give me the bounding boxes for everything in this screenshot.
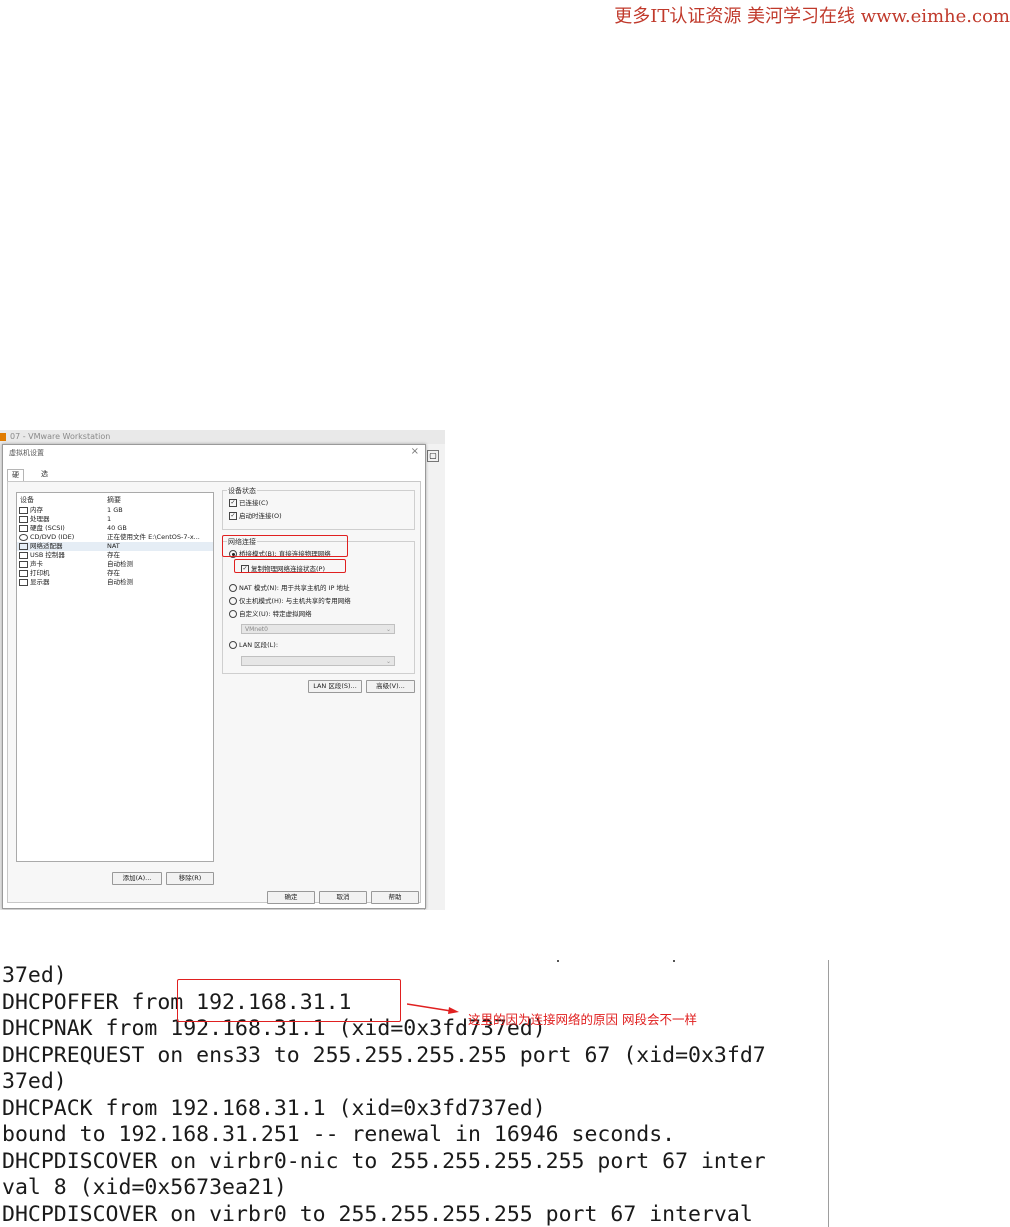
terminal-line: DHCPDISCOVER on virbr0 to 255.255.255.25… (2, 1202, 753, 1227)
cancel-button[interactable]: 取消 (319, 891, 367, 904)
lan-segment-label: LAN 区段(L): (239, 641, 279, 649)
device-summary: 存在 (107, 569, 120, 577)
device-row-memory[interactable]: 内存 1 GB (17, 506, 213, 515)
device-status-label: 设备状态 (227, 486, 257, 496)
advanced-button[interactable]: 高级(V)... (366, 680, 415, 693)
remove-button[interactable]: 移除(R) (166, 872, 214, 885)
terminal-line: 37ed) (2, 1069, 67, 1094)
tab-hardware[interactable]: 硬件 (7, 469, 24, 490)
hardware-tab-panel: 设备 摘要 内存 1 GB 处理器 1 硬盘 (SCSI) 40 GB CD/D… (7, 481, 421, 903)
radio-unselected-icon (229, 641, 237, 649)
device-summary: 1 (107, 515, 112, 523)
vmware-background-window: ▢ (424, 444, 445, 910)
highlight-box-dhcp-offer (177, 979, 401, 1022)
lan-segment-select[interactable]: ⌄ (241, 656, 395, 666)
annotation-text: 这里的因为连接网络的原因 网段会不一样 (468, 1012, 697, 1027)
summary-column-header: 摘要 (107, 496, 121, 504)
host-only-radio[interactable]: 仅主机模式(H): 与主机共享的专用网络 (229, 597, 351, 606)
device-row-sound-card[interactable]: 声卡 自动检测 (17, 560, 213, 569)
device-row-printer[interactable]: 打印机 存在 (17, 569, 213, 578)
device-row-hard-disk[interactable]: 硬盘 (SCSI) 40 GB (17, 524, 213, 533)
chevron-down-icon: ⌄ (385, 626, 391, 633)
device-name: USB 控制器 (30, 551, 65, 559)
device-row-display[interactable]: 显示器 自动检测 (17, 578, 213, 587)
memory-icon (19, 506, 28, 514)
add-button[interactable]: 添加(A)... (112, 872, 162, 885)
device-name: CD/DVD (IDE) (30, 533, 75, 541)
device-name: 硬盘 (SCSI) (30, 524, 65, 532)
nat-label: NAT 模式(N): 用于共享主机的 IP 地址 (239, 584, 350, 592)
hard-disk-icon (19, 524, 28, 532)
dialog-title: 虚拟机设置 (9, 449, 44, 457)
watermark-text: 更多IT认证资源 美河学习在线 www.eimhe.com (614, 6, 1010, 27)
device-row-usb[interactable]: USB 控制器 存在 (17, 551, 213, 560)
device-summary: 40 GB (107, 524, 127, 532)
device-row-processor[interactable]: 处理器 1 (17, 515, 213, 524)
custom-network-select[interactable]: VMnet0 ⌄ (241, 624, 395, 634)
tab-options[interactable]: 选项 (37, 469, 52, 489)
radio-unselected-icon (229, 597, 237, 605)
connected-checkbox[interactable]: ✓ 已连接(C) (229, 499, 268, 508)
red-arrow-icon (407, 1003, 459, 1014)
device-column-header: 设备 (20, 496, 34, 504)
lan-segments-button[interactable]: LAN 区段(S)... (308, 680, 362, 693)
terminal-line: 37ed) (2, 963, 67, 988)
device-summary: NAT (107, 542, 120, 550)
usb-icon (19, 551, 28, 559)
close-icon[interactable]: × (411, 446, 419, 457)
radio-unselected-icon (229, 610, 237, 618)
device-name: 处理器 (30, 515, 50, 523)
custom-radio[interactable]: 自定义(U): 特定虚拟网络 (229, 610, 312, 619)
device-summary: 自动检测 (107, 578, 133, 586)
lan-segment-radio[interactable]: LAN 区段(L): (229, 641, 278, 650)
radio-unselected-icon (229, 584, 237, 592)
nat-radio[interactable]: NAT 模式(N): 用于共享主机的 IP 地址 (229, 584, 350, 593)
chevron-down-icon: ⌄ (385, 658, 391, 665)
host-only-label: 仅主机模式(H): 与主机共享的专用网络 (239, 597, 351, 605)
ok-button[interactable]: 确定 (267, 891, 315, 904)
connected-label: 已连接(C) (239, 499, 269, 507)
window-control-icon[interactable]: ▢ (427, 450, 439, 462)
custom-network-value: VMnet0 (245, 626, 268, 633)
device-name: 网络适配器 (30, 542, 63, 550)
display-icon (19, 578, 28, 586)
device-name: 内存 (30, 506, 43, 514)
device-summary: 正在使用文件 E:\CentOS-7-x... (107, 533, 200, 541)
device-row-network-adapter[interactable]: 网络适配器 NAT (17, 542, 213, 551)
terminal-line: val 8 (xid=0x5673ea21) (2, 1175, 287, 1200)
checkbox-checked-icon: ✓ (229, 499, 237, 507)
device-status-group: 设备状态 ✓ 已连接(C) ✓ 启动时连接(O) (222, 486, 415, 530)
terminal-line: DHCPREQUEST on ens33 to 255.255.255.255 … (2, 1043, 766, 1068)
device-summary: 1 GB (107, 506, 123, 514)
highlight-box-bridged (222, 535, 348, 557)
vmware-window-title: 07 - VMware Workstation (10, 432, 111, 441)
device-name: 显示器 (30, 578, 50, 586)
connect-at-power-on-label: 启动时连接(O) (239, 512, 282, 520)
terminal-line: DHCPACK from 192.168.31.1 (xid=0x3fd737e… (2, 1096, 546, 1121)
device-name: 声卡 (30, 560, 43, 568)
device-summary: 自动检测 (107, 560, 133, 568)
checkbox-checked-icon: ✓ (229, 512, 237, 520)
vmware-logo-icon (0, 433, 6, 441)
help-button[interactable]: 帮助 (371, 891, 419, 904)
network-adapter-icon (19, 542, 28, 550)
sound-card-icon (19, 560, 28, 568)
device-summary: 存在 (107, 551, 120, 559)
custom-label: 自定义(U): 特定虚拟网络 (239, 610, 312, 618)
vmware-screenshot: 07 - VMware Workstation ▢ 虚拟机设置 × 硬件 选项 … (0, 430, 445, 910)
highlight-box-replicate (234, 559, 346, 573)
printer-icon (19, 569, 28, 577)
terminal-line: DHCPDISCOVER on virbr0-nic to 255.255.25… (2, 1149, 766, 1174)
device-list: 设备 摘要 内存 1 GB 处理器 1 硬盘 (SCSI) 40 GB CD/D… (16, 492, 214, 862)
cpu-icon (19, 515, 28, 523)
device-row-cd-dvd[interactable]: CD/DVD (IDE) 正在使用文件 E:\CentOS-7-x... (17, 533, 213, 542)
cd-dvd-icon (19, 533, 28, 541)
vm-settings-dialog: 虚拟机设置 × 硬件 选项 设备 摘要 内存 1 GB 处理器 1 硬盘 (SC… (2, 444, 426, 909)
connect-at-power-on-checkbox[interactable]: ✓ 启动时连接(O) (229, 512, 282, 521)
device-name: 打印机 (30, 569, 50, 577)
terminal-line: bound to 192.168.31.251 -- renewal in 16… (2, 1122, 676, 1147)
vmware-titlebar: 07 - VMware Workstation (0, 430, 445, 444)
